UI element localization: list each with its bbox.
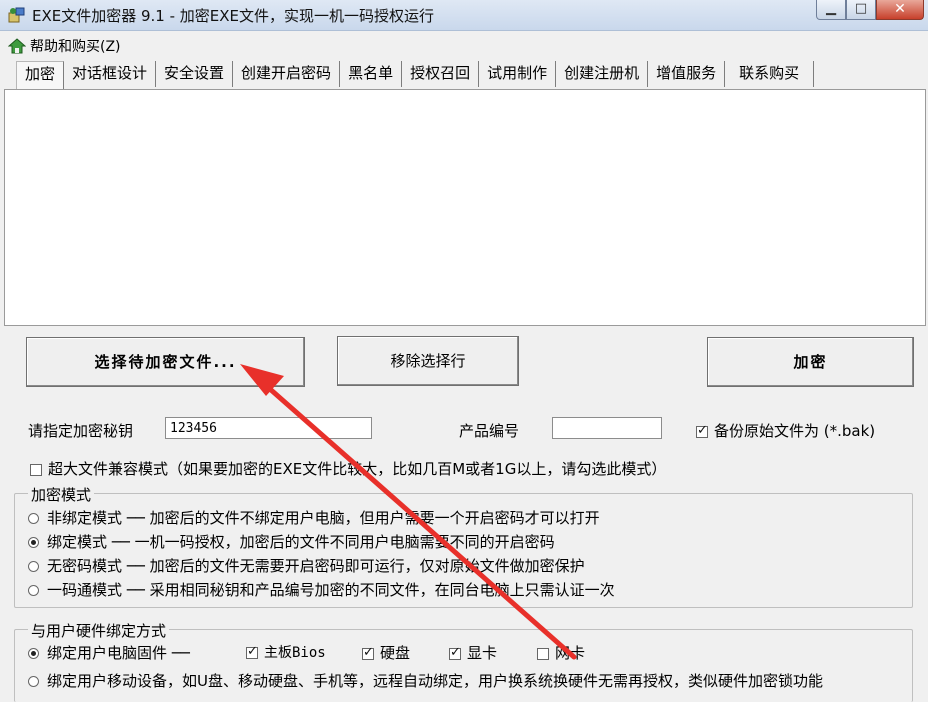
- app-icon: [8, 7, 25, 23]
- mode-option-onecode[interactable]: 一码通模式 ── 采用相同秘钥和产品编号加密的不同文件，在同台电脑上只需认证一次: [28, 579, 615, 600]
- bind-mobile-label: 绑定用户移动设备，如U盘、移动硬盘、手机等，远程自动绑定，用户换系统换硬件无需再…: [47, 672, 823, 690]
- tab-recall[interactable]: 授权召回: [402, 61, 480, 87]
- mode-option-unbound[interactable]: 非绑定模式 ── 加密后的文件不绑定用户电脑，但用户需要一个开启密码才可以打开: [28, 507, 600, 528]
- key-label: 请指定加密秘钥: [28, 422, 134, 440]
- mode-option-bound[interactable]: 绑定模式 ── 一机一码授权，加密后的文件不同用户电脑需要不同的开启密码: [28, 531, 555, 552]
- mode-option-label: 绑定模式 ── 一机一码授权，加密后的文件不同用户电脑需要不同的开启密码: [47, 533, 555, 551]
- tab-strip: 加密 对话框设计 安全设置 创建开启密码 黑名单 授权召回 试用制作 创建注册机…: [16, 61, 815, 89]
- hw-disk-checkbox[interactable]: 硬盘: [362, 642, 410, 663]
- house-icon: [8, 38, 26, 54]
- hw-gpu-label: 显卡: [467, 644, 498, 662]
- maximize-button[interactable]: □: [846, 0, 876, 20]
- hw-nic-checkbox[interactable]: 网卡: [537, 642, 585, 663]
- radio-icon: [28, 676, 39, 687]
- backup-check-icon: [696, 423, 708, 438]
- hw-nic-label: 网卡: [555, 644, 586, 662]
- file-list[interactable]: [4, 89, 926, 326]
- check-icon: [449, 645, 461, 660]
- tab-dialog-design[interactable]: 对话框设计: [64, 61, 157, 87]
- product-label: 产品编号: [459, 422, 520, 440]
- large-file-checkbox[interactable]: 超大文件兼容模式（如果要加密的EXE文件比较大，比如几百M或者1G以上，请勾选此…: [30, 458, 666, 479]
- tab-security[interactable]: 安全设置: [156, 61, 234, 87]
- hw-bios-label: 主板Bios: [264, 645, 326, 661]
- mode-option-label: 非绑定模式 ── 加密后的文件不绑定用户电脑，但用户需要一个开启密码才可以打开: [47, 509, 600, 527]
- menu-bar: 帮助和购买(Z): [0, 31, 928, 59]
- tab-blacklist[interactable]: 黑名单: [340, 61, 403, 87]
- large-file-label: 超大文件兼容模式（如果要加密的EXE文件比较大，比如几百M或者1G以上，请勾选此…: [48, 460, 667, 478]
- tab-create-password[interactable]: 创建开启密码: [233, 61, 341, 87]
- menu-help-label: 帮助和购买(Z): [30, 39, 121, 55]
- maximize-icon: □: [854, 1, 868, 16]
- radio-icon: [28, 561, 39, 572]
- check-icon: [246, 644, 258, 659]
- tab-keygen[interactable]: 创建注册机: [556, 61, 649, 87]
- select-file-button[interactable]: 选择待加密文件...: [26, 337, 305, 387]
- tab-trial[interactable]: 试用制作: [479, 61, 557, 87]
- close-icon: ✕: [894, 1, 906, 17]
- mode-option-label: 无密码模式 ── 加密后的文件无需要开启密码即可运行，仅对原始文件做加密保护: [47, 557, 585, 575]
- radio-checked-icon: [28, 648, 39, 659]
- tab-contact[interactable]: 联系购买: [725, 61, 815, 87]
- hw-bios-checkbox[interactable]: 主板Bios: [246, 642, 326, 662]
- product-input[interactable]: [552, 417, 662, 439]
- hw-disk-label: 硬盘: [380, 644, 411, 662]
- minimize-icon: ▁: [826, 1, 836, 16]
- bind-fixed-label: 绑定用户电脑固件 ──: [47, 644, 190, 662]
- check-icon: [537, 648, 549, 660]
- backup-label: 备份原始文件为 (*.bak): [714, 422, 876, 440]
- check-icon: [362, 645, 374, 660]
- encrypt-button[interactable]: 加密: [707, 337, 914, 387]
- tab-services[interactable]: 增值服务: [648, 61, 726, 87]
- backup-checkbox[interactable]: 备份原始文件为 (*.bak): [696, 420, 875, 441]
- window-title: EXE文件加密器 9.1 - 加密EXE文件，实现一机一码授权运行: [32, 7, 435, 25]
- menu-help[interactable]: 帮助和购买(Z): [8, 36, 121, 56]
- title-bar: EXE文件加密器 9.1 - 加密EXE文件，实现一机一码授权运行 ▁ □ ✕: [0, 0, 928, 31]
- radio-checked-icon: [28, 537, 39, 548]
- key-input[interactable]: 123456: [165, 417, 372, 439]
- mode-option-label: 一码通模式 ── 采用相同秘钥和产品编号加密的不同文件，在同台电脑上只需认证一次: [47, 581, 615, 599]
- bind-group-title: 与用户硬件绑定方式: [28, 620, 170, 641]
- bind-option-fixed[interactable]: 绑定用户电脑固件 ──: [28, 642, 190, 663]
- hw-gpu-checkbox[interactable]: 显卡: [449, 642, 497, 663]
- radio-icon: [28, 585, 39, 596]
- tab-encrypt[interactable]: 加密: [16, 61, 65, 89]
- minimize-button[interactable]: ▁: [816, 0, 846, 20]
- mode-group-title: 加密模式: [28, 484, 95, 505]
- close-button[interactable]: ✕: [876, 0, 924, 20]
- mode-option-nopassword[interactable]: 无密码模式 ── 加密后的文件无需要开启密码即可运行，仅对原始文件做加密保护: [28, 555, 585, 576]
- radio-icon: [28, 513, 39, 524]
- large-file-check-icon: [30, 464, 42, 476]
- bind-option-mobile[interactable]: 绑定用户移动设备，如U盘、移动硬盘、手机等，远程自动绑定，用户换系统换硬件无需再…: [28, 670, 823, 691]
- remove-row-button[interactable]: 移除选择行: [337, 336, 519, 386]
